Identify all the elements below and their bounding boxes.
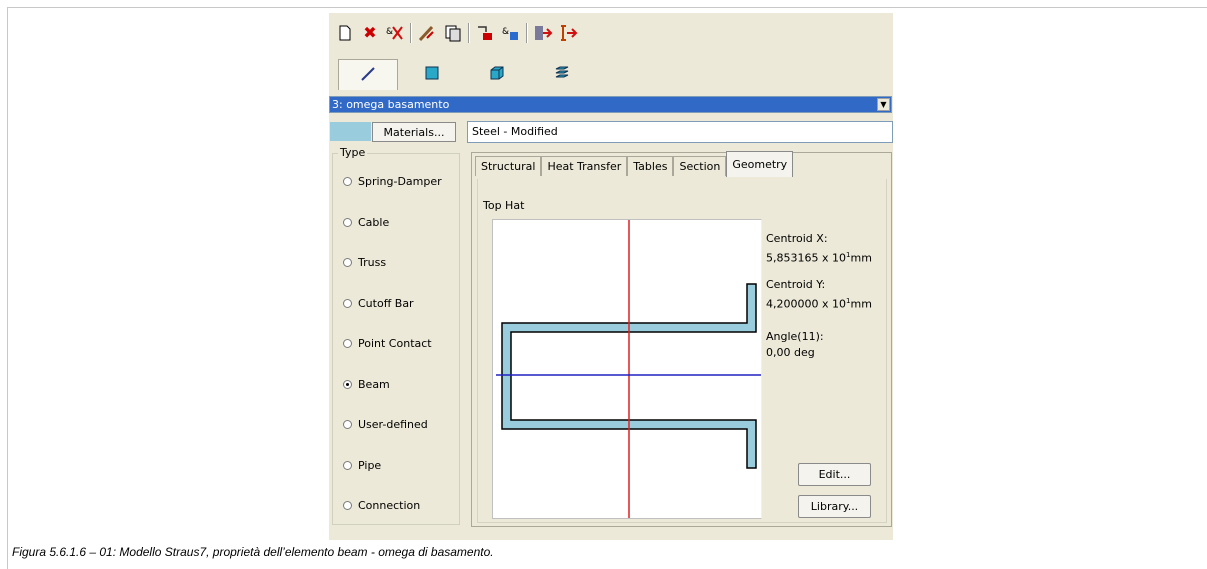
angle-label: Angle(11): <box>766 330 824 343</box>
tab-brick-element[interactable] <box>468 59 526 89</box>
export-icon[interactable] <box>558 22 580 44</box>
type-group-label: Type <box>338 146 368 159</box>
radio-label: Point Contact <box>358 337 432 350</box>
radio-label: Pipe <box>358 459 382 472</box>
tab-beam-element[interactable] <box>338 59 398 90</box>
radio-cutoff-bar[interactable]: Cutoff Bar <box>343 297 414 310</box>
radio-label: Beam <box>358 378 390 391</box>
section-drawing <box>496 220 761 518</box>
radio-connection[interactable]: Connection <box>343 499 420 512</box>
figure-caption: Figura 5.6.1.6 – 01: Modello Straus7, pr… <box>12 545 494 559</box>
toolbar-separator <box>468 23 470 43</box>
delete-icon[interactable]: ✖ <box>359 22 381 44</box>
radio-label: Cutoff Bar <box>358 297 414 310</box>
tab-section[interactable]: Section <box>673 156 727 176</box>
radio-cable[interactable]: Cable <box>343 216 389 229</box>
main-toolbar: ✖ & & <box>329 13 893 53</box>
svg-text:&: & <box>386 27 393 37</box>
properties-icon[interactable]: & <box>384 22 406 44</box>
radio-label: Truss <box>358 256 387 269</box>
radio-point-contact[interactable]: Point Contact <box>343 337 432 350</box>
radio-label: Connection <box>358 499 421 512</box>
toolbar-separator <box>410 23 412 43</box>
radio-indicator <box>343 218 352 227</box>
centroid-x-value: 5,853165 x 101mm <box>766 251 872 265</box>
radio-label: Spring-Damper <box>358 175 442 188</box>
material-color-swatch <box>330 122 371 141</box>
section-name: Top Hat <box>483 199 525 212</box>
tab-heat-transfer[interactable]: Heat Transfer <box>541 156 628 176</box>
centroid-y-label: Centroid Y: <box>766 278 826 291</box>
radio-indicator <box>343 177 352 186</box>
brick-icon <box>489 65 505 84</box>
centroid-x-label: Centroid X: <box>766 232 828 245</box>
library-button[interactable]: Library... <box>798 495 871 518</box>
section-preview <box>492 219 762 519</box>
line-beam-icon <box>358 66 378 85</box>
ply-icon <box>554 65 570 84</box>
plate-icon <box>424 65 440 84</box>
apply-icon[interactable]: & <box>500 22 522 44</box>
assign-icon[interactable] <box>474 22 496 44</box>
copy-icon[interactable] <box>442 22 464 44</box>
beam-property-window: ✖ & & 3: omega basamento ▼ Materials... … <box>329 13 893 540</box>
materials-button[interactable]: Materials... <box>372 122 456 142</box>
property-select-value: 3: omega basamento <box>332 98 450 111</box>
chevron-down-icon[interactable]: ▼ <box>877 98 890 111</box>
radio-label: User-defined <box>358 418 428 431</box>
radio-spring-damper[interactable]: Spring-Damper <box>343 175 442 188</box>
radio-label: Cable <box>358 216 390 229</box>
tab-geometry[interactable]: Geometry <box>726 151 794 177</box>
element-type-bar <box>329 57 893 93</box>
radio-pipe[interactable]: Pipe <box>343 459 381 472</box>
tab-plate-element[interactable] <box>403 59 461 89</box>
tab-structural[interactable]: Structural <box>475 156 542 176</box>
property-tabs-panel: Structural Heat Transfer Tables Section … <box>471 151 892 527</box>
tab-tables[interactable]: Tables <box>627 156 674 176</box>
radio-indicator <box>343 299 352 308</box>
radio-truss[interactable]: Truss <box>343 256 386 269</box>
tab-ply-element[interactable] <box>533 59 591 89</box>
radio-indicator <box>343 339 352 348</box>
radio-indicator <box>343 501 352 510</box>
edit-icon[interactable] <box>416 22 438 44</box>
angle-value: 0,00 deg <box>766 346 815 359</box>
material-name-field[interactable]: Steel - Modified <box>467 121 893 143</box>
new-document-icon[interactable] <box>334 22 356 44</box>
type-group: Type Spring-Damper Cable Truss Cutoff Ba… <box>332 146 460 525</box>
radio-user-defined[interactable]: User-defined <box>343 418 428 431</box>
radio-beam[interactable]: Beam <box>343 378 390 391</box>
geometry-page: Top Hat Centroid X: 5,853165 x 101mm Cen… <box>477 179 887 523</box>
import-icon[interactable] <box>532 22 554 44</box>
radio-indicator <box>343 461 352 470</box>
edit-button[interactable]: Edit... <box>798 463 871 486</box>
radio-indicator <box>343 258 352 267</box>
svg-text:&: & <box>502 27 509 37</box>
centroid-y-value: 4,200000 x 101mm <box>766 297 872 311</box>
property-tabs: Structural Heat Transfer Tables Section … <box>475 151 794 178</box>
property-select[interactable]: 3: omega basamento ▼ <box>329 96 892 113</box>
radio-indicator <box>343 380 352 389</box>
toolbar-separator <box>526 23 528 43</box>
radio-indicator <box>343 420 352 429</box>
